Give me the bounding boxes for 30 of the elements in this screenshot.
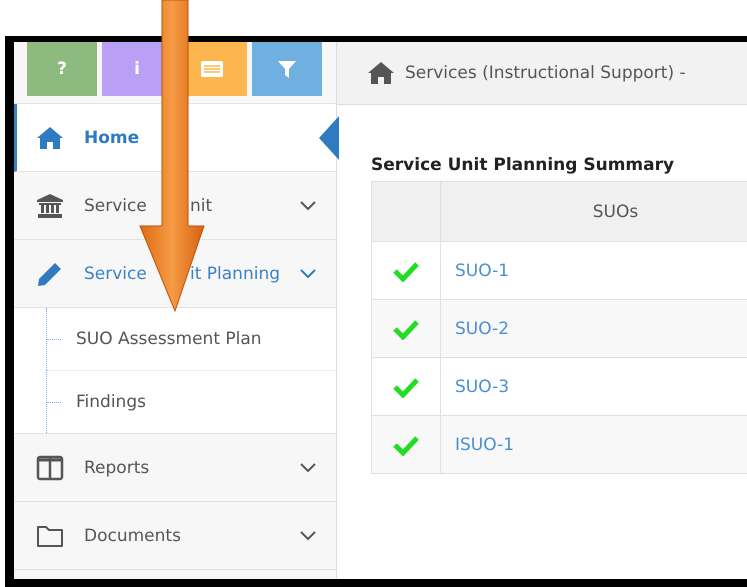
submenu-item[interactable]: SUO Assessment Plan [76,329,262,349]
sidebar-item-label: it Planning [190,264,280,284]
help-button[interactable]: ? [27,42,97,96]
columns-icon [36,454,64,480]
suo-link[interactable]: SUO-1 [455,260,510,280]
pointer-icon [319,116,339,160]
chevron-icon [300,268,316,278]
suo-link[interactable]: SUO-3 [455,376,510,396]
suo-link[interactable]: ISUO-1 [455,434,514,454]
suo-link[interactable]: SUO-2 [455,318,510,338]
pencil-icon [36,260,64,286]
breadcrumb: Services (Instructional Support) - [405,63,686,83]
table-title: Service Unit Planning Summary [371,155,676,175]
list-icon [200,60,224,78]
sidebar-item[interactable]: Home [14,104,336,172]
home-icon [36,124,64,150]
submenu-item[interactable]: Findings [76,392,146,412]
chevron-icon [300,200,316,210]
home-icon [367,61,395,85]
sidebar-item[interactable]: Documents [14,502,336,570]
sidebar-item-label: nit [190,196,212,216]
sidebar-item[interactable]: Reports [14,434,336,502]
sidebar-item-label: Service [84,196,148,216]
column-header: SUOs [440,182,747,242]
filter-button[interactable] [252,42,322,96]
filter-icon [277,59,297,79]
sidebar-item-label: Service [84,264,148,284]
chevron-icon [300,462,316,472]
bank-icon [36,192,64,218]
chevron-icon [300,530,316,540]
